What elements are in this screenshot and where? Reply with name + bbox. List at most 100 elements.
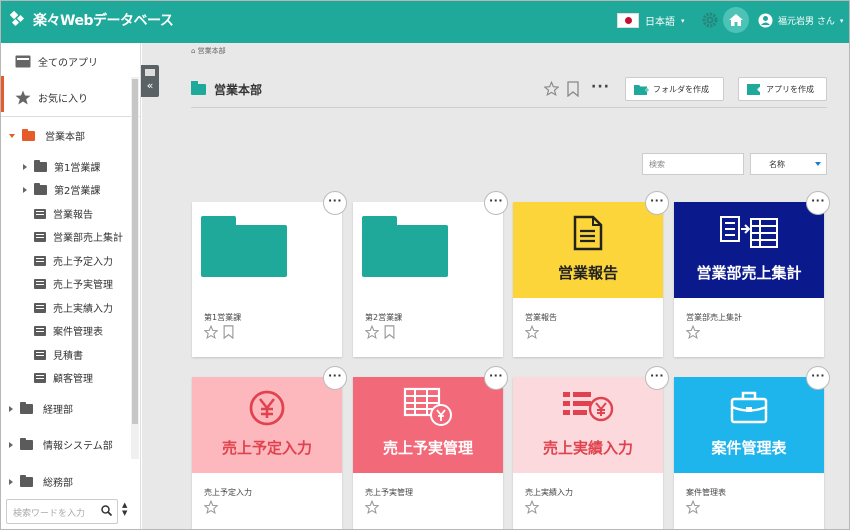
card-actions	[525, 500, 539, 514]
sidebar-folder[interactable]: 経理部	[9, 401, 73, 416]
search-icon[interactable]	[101, 505, 112, 516]
card-actions	[365, 325, 395, 339]
app-icon	[34, 231, 46, 242]
sidebar-item-label: お気に入り	[38, 94, 88, 105]
chevron-down-icon: ▾	[681, 16, 685, 25]
user-menu[interactable]: 福元岩男 さん ▾	[758, 13, 843, 28]
sort-select-value: 名称	[769, 160, 785, 169]
app-icon	[34, 255, 46, 266]
chevron-down-icon: ▾	[839, 16, 844, 25]
app-card[interactable]: 売上予実管理 売上予実管理	[353, 377, 503, 529]
sidebar-item-app[interactable]: 顧客管理	[34, 370, 93, 385]
card-search-input[interactable]: 検索	[642, 153, 744, 175]
sidebar-folder[interactable]: 情報システム部	[9, 437, 113, 452]
star-outline-icon[interactable]	[525, 500, 539, 514]
sidebar-item-app[interactable]: 売上予実管理	[34, 276, 113, 291]
star-outline-icon[interactable]	[204, 500, 218, 514]
breadcrumb-label: 営業本部	[197, 47, 226, 55]
create-folder-label: フォルダを作成	[653, 84, 709, 94]
app-card-title: 売上予定入力	[221, 439, 312, 457]
sidebar-item-app[interactable]: 見積書	[34, 347, 83, 362]
table-yen-icon	[403, 387, 452, 426]
sidebar-item-label: 案件管理表	[53, 327, 103, 338]
sidebar-search-placeholder: 検索ワードを入力	[13, 509, 86, 519]
more-menu-icon[interactable]: ···	[591, 79, 610, 95]
sidebar-item-folder[interactable]: 第2営業課	[23, 182, 100, 197]
create-app-button[interactable]: アプリを作成	[738, 77, 827, 101]
sidebar-item-app[interactable]: 売上予定入力	[34, 253, 113, 268]
app-card[interactable]: 売上実績入力 売上実績入力	[513, 377, 663, 529]
star-outline-icon[interactable]	[686, 325, 700, 339]
home-button[interactable]	[723, 7, 749, 33]
chevron-down-icon	[815, 162, 821, 166]
card-label: 売上予実管理	[365, 488, 413, 497]
bookmark-outline-icon[interactable]	[223, 325, 234, 339]
star-icon	[15, 90, 31, 105]
card-thumbnail: 案件管理表	[674, 377, 824, 473]
app-card[interactable]: 第2営業課	[353, 202, 503, 357]
apps-box-icon	[15, 55, 31, 68]
card-more-button[interactable]: ···	[323, 366, 347, 390]
card-more-button[interactable]: ···	[484, 191, 508, 215]
app-card[interactable]: 売上予定入力 売上予定入力	[192, 377, 342, 529]
card-actions	[686, 500, 700, 514]
collapsed-arrow-icon	[9, 405, 13, 412]
app-card-title: 案件管理表	[711, 439, 787, 457]
star-outline-icon[interactable]	[365, 500, 379, 514]
app-card[interactable]: 営業報告 営業報告	[513, 202, 663, 357]
add-folder-icon	[634, 84, 649, 95]
page-header: 営業本部	[191, 81, 262, 98]
sidebar-item-app[interactable]: 営業報告	[34, 206, 93, 221]
sidebar-scroll-thumb[interactable]	[132, 79, 138, 424]
app-card[interactable]: 営業部売上集計 営業部売上集計	[674, 202, 824, 357]
card-search-placeholder: 検索	[649, 160, 665, 169]
app-card[interactable]: 案件管理表 案件管理表	[674, 377, 824, 529]
breadcrumb[interactable]: ⌂ 営業本部	[191, 46, 226, 56]
star-outline-icon[interactable]	[525, 325, 539, 339]
sidebar-item-app[interactable]: 案件管理表	[34, 323, 103, 338]
star-outline-icon[interactable]	[365, 325, 379, 339]
sidebar-folder[interactable]: 総務部	[9, 474, 73, 489]
sidebar-item-favorites[interactable]: お気に入り	[15, 90, 88, 105]
language-selector[interactable]: 日本語 ▾	[617, 13, 685, 28]
large-folder-icon	[201, 216, 287, 277]
document-icon	[573, 215, 603, 251]
sidebar-folder-selected[interactable]: 営業本部	[9, 128, 85, 143]
page-title: 営業本部	[214, 83, 263, 97]
logo[interactable]: 楽々Webデータベース	[9, 10, 174, 30]
collapsed-arrow-icon	[23, 163, 27, 170]
bookmark-icon[interactable]	[567, 81, 579, 97]
card-actions	[686, 325, 700, 339]
collapsed-arrow-icon	[9, 478, 13, 485]
sidebar-item-label: 見積書	[53, 351, 83, 362]
card-more-button[interactable]: ···	[484, 366, 508, 390]
star-outline-icon[interactable]	[686, 500, 700, 514]
card-more-button[interactable]: ···	[806, 366, 830, 390]
app-card[interactable]: 第1営業課	[192, 202, 342, 357]
card-more-button[interactable]: ···	[645, 366, 669, 390]
user-avatar-icon	[758, 13, 773, 28]
bookmark-outline-icon[interactable]	[384, 325, 395, 339]
updown-arrows-icon[interactable]: ▲ ▼	[122, 501, 127, 517]
sidebar-item-app[interactable]: 売上実績入力	[34, 300, 113, 315]
app-card-title: 営業報告	[557, 264, 618, 282]
add-app-icon	[747, 83, 762, 95]
app-icon	[34, 208, 46, 219]
card-actions	[525, 325, 539, 339]
card-more-button[interactable]: ···	[645, 191, 669, 215]
sidebar-item-all-apps[interactable]: 全てのアプリ	[15, 54, 98, 69]
card-label: 案件管理表	[686, 488, 726, 497]
sidebar-item-app[interactable]: 営業部売上集計	[34, 229, 123, 244]
sidebar-item-label: 情報システム部	[43, 441, 113, 452]
star-outline-icon[interactable]	[204, 325, 218, 339]
expanded-arrow-icon	[9, 133, 15, 138]
card-thumbnail	[353, 202, 503, 298]
collapse-sidebar-button[interactable]: «	[141, 65, 159, 97]
gear-icon[interactable]	[701, 11, 719, 29]
favorite-star-icon[interactable]	[544, 81, 559, 96]
card-thumbnail: 売上予定入力	[192, 377, 342, 473]
card-more-button[interactable]: ···	[806, 191, 830, 215]
create-folder-button[interactable]: フォルダを作成	[625, 77, 724, 101]
card-more-button[interactable]: ···	[323, 191, 347, 215]
sidebar-item-folder[interactable]: 第1営業課	[23, 159, 100, 174]
